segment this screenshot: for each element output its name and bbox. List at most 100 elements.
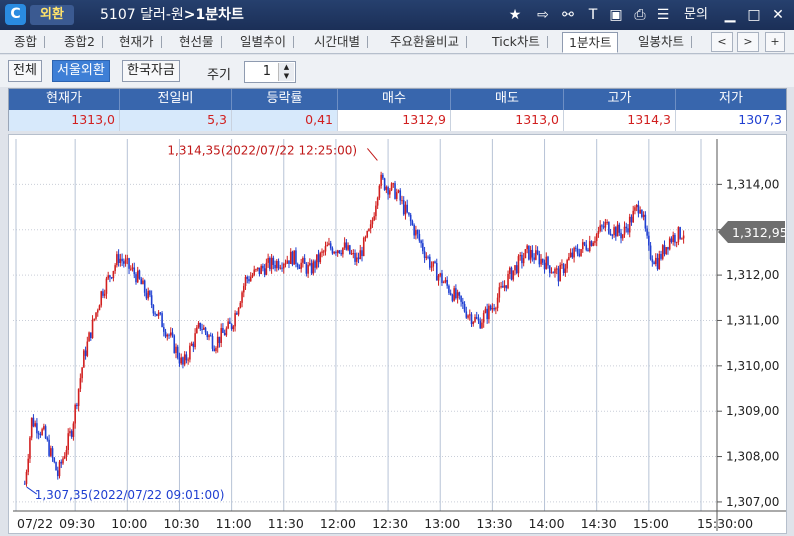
candle-body-up — [86, 341, 89, 356]
candle-body-up — [668, 238, 671, 250]
candle-body-up — [27, 458, 30, 472]
quote-table: 현재가 전일비 등락률 매수 매도 고가 저가 1313,0 5,3 0,41 … — [8, 88, 787, 131]
candle-body-down — [201, 329, 203, 331]
minute-chart[interactable]: 1,314,001,313,001,312,001,311,001,310,00… — [8, 134, 788, 534]
candle-body-up — [517, 256, 520, 274]
minimize-icon[interactable]: ▁ — [720, 5, 740, 25]
candle-body-down — [583, 242, 586, 245]
candle-body-down — [618, 224, 621, 233]
high-value: 1314,3 — [564, 110, 676, 131]
candle-body-down — [145, 292, 148, 299]
candle-body-down — [679, 227, 681, 239]
candle-body-up — [126, 258, 129, 260]
tab-daily-trend[interactable]: 일별추이 — [234, 32, 295, 53]
tab-spot-futures[interactable]: 현선물 — [173, 32, 222, 53]
change-rate-value: 0,41 — [232, 110, 338, 131]
candle-body-down — [533, 257, 535, 260]
close-icon[interactable]: ✕ — [768, 5, 788, 25]
candle-body-down — [60, 461, 63, 464]
tab-summary[interactable]: 종합 — [8, 32, 46, 53]
candle-body-up — [293, 250, 295, 265]
tab-current-price[interactable]: 현재가 — [113, 32, 162, 53]
tab-hourly[interactable]: 시간대별 — [308, 32, 369, 53]
filter-seoul-fx-button[interactable]: 서울외환 — [52, 60, 110, 82]
filter-all-button[interactable]: 전체 — [8, 60, 42, 82]
candle-body-up — [69, 431, 71, 434]
candle-body-down — [653, 262, 655, 265]
candle-body-up — [237, 307, 240, 315]
candle-body-down — [402, 200, 405, 215]
tab-add-button[interactable]: + — [765, 32, 785, 52]
candle-body-up — [333, 251, 335, 254]
help-button[interactable]: 문의 — [684, 5, 708, 25]
candle-body-up — [169, 332, 172, 336]
candle-body-up — [312, 261, 315, 274]
tab-tick-chart[interactable]: Tick차트 — [486, 32, 548, 53]
x-tick-label: 14:30 — [581, 516, 617, 531]
candle-body-down — [135, 274, 137, 283]
candle-body-up — [203, 327, 205, 330]
maximize-icon[interactable]: □ — [744, 5, 764, 25]
candle-body-up — [322, 251, 325, 253]
candle-body-up — [366, 231, 369, 238]
candle-body-up — [316, 254, 318, 268]
candle-body-up — [621, 234, 624, 239]
candle-body-up — [507, 273, 509, 289]
candle-body-down — [627, 228, 629, 233]
export-icon[interactable]: ⇨ — [533, 5, 553, 25]
candle-body-down — [620, 232, 622, 239]
high-annotation-arrow — [367, 148, 378, 161]
candle-body-down — [23, 483, 26, 485]
candle-body-down — [361, 250, 363, 256]
link-icon[interactable]: ⚯ — [558, 5, 578, 25]
candle-body-down — [446, 279, 448, 286]
tab-next-button[interactable]: > — [737, 32, 759, 52]
save-icon[interactable]: ▣ — [606, 5, 626, 25]
candle-body-down — [571, 252, 574, 258]
candle-body-down — [140, 278, 143, 285]
header-ask: 매도 — [451, 89, 564, 110]
tab-1min-chart[interactable]: 1분차트 — [562, 32, 619, 53]
x-tick-label: 10:00 — [111, 516, 147, 531]
candle-body-up — [642, 214, 645, 217]
period-spin-arrows[interactable]: ▲ ▼ — [278, 63, 294, 81]
candle-body-up — [88, 332, 90, 342]
candle-body-down — [317, 254, 320, 263]
print-icon[interactable]: ⎙ — [630, 5, 650, 25]
candle-body-down — [667, 247, 669, 250]
candle-body-down — [51, 448, 54, 458]
candle-body-down — [455, 288, 457, 299]
candle-body-down — [510, 267, 513, 280]
tab-prev-button[interactable]: < — [711, 32, 733, 52]
candle-body-down — [298, 267, 301, 269]
candle-body-down — [538, 254, 541, 265]
candle-body-up — [581, 242, 584, 250]
candle-body-down — [611, 235, 614, 237]
candle-body-down — [387, 186, 389, 195]
header-change: 전일비 — [120, 89, 232, 110]
low-value: 1307,3 — [676, 110, 786, 131]
candle-body-up — [468, 314, 471, 316]
candle-body-down — [262, 265, 264, 269]
candle-body-down — [281, 267, 283, 269]
list-icon[interactable]: ☰ — [653, 5, 673, 25]
star-icon[interactable]: ★ — [505, 5, 525, 25]
text-icon[interactable]: T — [583, 5, 603, 25]
chart-canvas[interactable]: 1,314,001,313,001,312,001,311,001,310,00… — [9, 135, 788, 533]
x-tick-label: 15:00 — [633, 516, 669, 531]
period-value[interactable]: 1 — [245, 62, 275, 82]
tab-daily-chart[interactable]: 일봉차트 — [632, 32, 693, 53]
candle-body-down — [163, 327, 165, 332]
candle-body-up — [119, 258, 122, 263]
candle-body-up — [561, 264, 563, 266]
candle-body-up — [508, 267, 511, 274]
period-stepper[interactable]: 1 ▲ ▼ — [244, 61, 296, 83]
candle-body-down — [150, 295, 153, 305]
filter-korea-money-button[interactable]: 한국자금 — [122, 60, 180, 82]
candle-body-down — [475, 317, 478, 319]
change-value: 5,3 — [120, 110, 232, 131]
tab-fx-compare[interactable]: 주요환율비교 — [384, 32, 468, 53]
tab-summary2[interactable]: 종합2 — [58, 32, 103, 53]
candle-body-up — [456, 292, 459, 299]
candle-body-down — [154, 313, 156, 315]
